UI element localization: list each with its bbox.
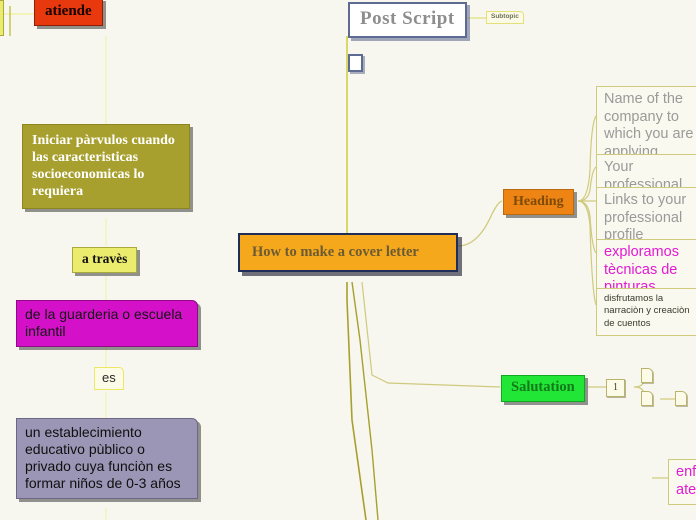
node-heading-child-3-label: Links to your professional profile [604,192,687,244]
clipped-left-node[interactable] [0,0,4,36]
central-topic-label: How to make a cover letter [252,244,419,260]
node-bottom-right-line2: ater [676,481,696,498]
node-guarderia[interactable]: de la guarderia o escuela infantil [16,300,198,347]
node-post-script[interactable]: Post Script [348,2,467,38]
node-atiende-label: atiende [45,3,92,19]
node-heading-child-5-label: disfrutamos la narraciòn y creaciòn de c… [604,293,690,329]
node-empty-3[interactable] [675,391,687,406]
node-salutation-counter[interactable]: 1 [606,379,625,397]
node-es[interactable]: es [94,367,124,391]
node-iniciar-parvulos[interactable]: Iniciar pàrvulos cuando las caracteristi… [22,124,190,210]
node-establecimiento[interactable]: un establecimiento educativo pùblico o p… [16,418,198,500]
node-iniciar-parvulos-label: Iniciar pàrvulos cuando las caracteristi… [32,133,175,200]
node-a-traves-label: a travès [82,251,128,266]
node-heading-label: Heading [513,194,564,209]
node-central-topic[interactable]: How to make a cover letter [238,233,458,273]
node-bottom-right[interactable]: enfo ater [668,459,696,506]
node-atiende[interactable]: atiende [34,0,103,26]
node-salutation[interactable]: Salutation [501,375,585,402]
node-salutation-label: Salutation [511,379,575,395]
node-empty-1[interactable] [641,368,653,383]
subtopic-label: Subtopic [491,13,519,20]
node-heading-child-1-label: Name of the company to which you are app… [604,91,694,161]
node-salutation-counter-label: 1 [613,382,618,393]
node-subtopic-chip[interactable]: Subtopic [486,11,524,24]
node-empty-2[interactable] [641,391,653,406]
node-guarderia-label: de la guarderia o escuela infantil [25,306,183,339]
mindmap-canvas[interactable]: atiende Post Script Subtopic Iniciar pàr… [0,0,696,520]
node-blank-square[interactable] [348,54,363,72]
post-script-label: Post Script [360,8,455,29]
node-heading[interactable]: Heading [503,189,574,216]
node-es-label: es [102,370,116,385]
node-establecimiento-label: un establecimiento educativo pùblico o p… [25,424,181,492]
node-bottom-right-line1: enfo [676,464,696,480]
node-heading-child-5[interactable]: disfrutamos la narraciòn y creaciòn de c… [596,288,696,337]
node-a-traves[interactable]: a travès [72,247,138,273]
